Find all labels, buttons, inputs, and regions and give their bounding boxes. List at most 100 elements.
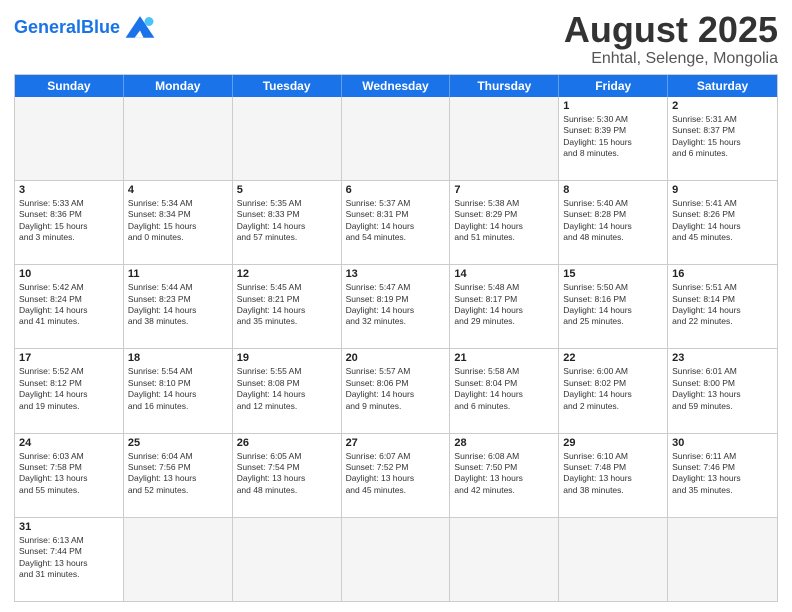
- day-info: Sunrise: 6:04 AM Sunset: 7:56 PM Dayligh…: [128, 451, 228, 497]
- day-number: 16: [672, 268, 773, 280]
- day-cell-7: 7Sunrise: 5:38 AM Sunset: 8:29 PM Daylig…: [450, 181, 559, 264]
- day-info: Sunrise: 5:35 AM Sunset: 8:33 PM Dayligh…: [237, 198, 337, 244]
- day-cell-21: 21 Sunrise: 5:58 AM Sunset: 8:04 PM Dayli…: [450, 349, 559, 432]
- day-number: 30: [672, 437, 773, 449]
- day-cell-1: 1Sunrise: 5:30 AM Sunset: 8:39 PM Daylig…: [559, 97, 668, 180]
- day-number: 24: [19, 437, 119, 449]
- day-info: Sunrise: 5:33 AM Sunset: 8:36 PM Dayligh…: [19, 198, 119, 244]
- day-number: 5: [237, 184, 337, 196]
- day-info: Sunrise: 6:08 AM Sunset: 7:50 PM Dayligh…: [454, 451, 554, 497]
- day-cell-24: 24Sunrise: 6:03 AM Sunset: 7:58 PM Dayli…: [15, 434, 124, 517]
- day-cell-17: 17 Sunrise: 5:52 AM Sunset: 8:12 PM Dayli…: [15, 349, 124, 432]
- empty-cell-5-5: [559, 518, 668, 601]
- day-number: 29: [563, 437, 663, 449]
- day-number: 12: [237, 268, 337, 280]
- subtitle: Enhtal, Selenge, Mongolia: [564, 50, 778, 68]
- day-info: Sunrise: 5:52 AM Sunset: 8:12 PM Dayligh…: [19, 366, 119, 412]
- weekday-header-sunday: Sunday: [15, 75, 124, 97]
- day-cell-28: 28 Sunrise: 6:08 AM Sunset: 7:50 PM Dayli…: [450, 434, 559, 517]
- day-info: Sunrise: 6:11 AM Sunset: 7:46 PM Dayligh…: [672, 451, 773, 497]
- day-info: Sunrise: 5:45 AM Sunset: 8:21 PM Dayligh…: [237, 282, 337, 328]
- day-number: 21: [454, 352, 554, 364]
- header: GeneralBlue August 2025 Enhtal, Selenge,…: [14, 10, 778, 68]
- day-cell-13: 13Sunrise: 5:47 AM Sunset: 8:19 PM Dayli…: [342, 265, 451, 348]
- day-number: 15: [563, 268, 663, 280]
- empty-cell-0-0: [15, 97, 124, 180]
- day-info: Sunrise: 5:54 AM Sunset: 8:10 PM Dayligh…: [128, 366, 228, 412]
- calendar-row-0: 1Sunrise: 5:30 AM Sunset: 8:39 PM Daylig…: [15, 97, 777, 180]
- weekday-header-wednesday: Wednesday: [342, 75, 451, 97]
- day-info: Sunrise: 5:48 AM Sunset: 8:17 PM Dayligh…: [454, 282, 554, 328]
- day-info: Sunrise: 5:42 AM Sunset: 8:24 PM Dayligh…: [19, 282, 119, 328]
- day-cell-20: 20Sunrise: 5:57 AM Sunset: 8:06 PM Dayli…: [342, 349, 451, 432]
- calendar-row-3: 17 Sunrise: 5:52 AM Sunset: 8:12 PM Dayli…: [15, 348, 777, 432]
- page: GeneralBlue August 2025 Enhtal, Selenge,…: [0, 0, 792, 612]
- day-cell-8: 8 Sunrise: 5:40 AM Sunset: 8:28 PM Daylig…: [559, 181, 668, 264]
- day-info: Sunrise: 5:40 AM Sunset: 8:28 PM Dayligh…: [563, 198, 663, 244]
- main-title: August 2025: [564, 10, 778, 50]
- weekday-header-saturday: Saturday: [668, 75, 777, 97]
- day-number: 10: [19, 268, 119, 280]
- day-number: 7: [454, 184, 554, 196]
- day-number: 28: [454, 437, 554, 449]
- day-number: 25: [128, 437, 228, 449]
- day-number: 9: [672, 184, 773, 196]
- calendar-header: SundayMondayTuesdayWednesdayThursdayFrid…: [15, 75, 777, 97]
- calendar-body: 1Sunrise: 5:30 AM Sunset: 8:39 PM Daylig…: [15, 97, 777, 601]
- calendar: SundayMondayTuesdayWednesdayThursdayFrid…: [14, 74, 778, 602]
- weekday-header-tuesday: Tuesday: [233, 75, 342, 97]
- day-cell-29: 29Sunrise: 6:10 AM Sunset: 7:48 PM Dayli…: [559, 434, 668, 517]
- day-info: Sunrise: 5:30 AM Sunset: 8:39 PM Dayligh…: [563, 114, 663, 160]
- calendar-row-1: 3 Sunrise: 5:33 AM Sunset: 8:36 PM Daylig…: [15, 180, 777, 264]
- day-cell-15: 15 Sunrise: 5:50 AM Sunset: 8:16 PM Dayli…: [559, 265, 668, 348]
- day-cell-27: 27Sunrise: 6:07 AM Sunset: 7:52 PM Dayli…: [342, 434, 451, 517]
- empty-cell-5-3: [342, 518, 451, 601]
- day-number: 17: [19, 352, 119, 364]
- day-number: 3: [19, 184, 119, 196]
- weekday-header-thursday: Thursday: [450, 75, 559, 97]
- day-cell-3: 3 Sunrise: 5:33 AM Sunset: 8:36 PM Daylig…: [15, 181, 124, 264]
- day-number: 11: [128, 268, 228, 280]
- day-cell-9: 9 Sunrise: 5:41 AM Sunset: 8:26 PM Daylig…: [668, 181, 777, 264]
- day-info: Sunrise: 6:13 AM Sunset: 7:44 PM Dayligh…: [19, 535, 119, 581]
- logo-text: GeneralBlue: [14, 17, 120, 38]
- weekday-header-monday: Monday: [124, 75, 233, 97]
- day-info: Sunrise: 6:01 AM Sunset: 8:00 PM Dayligh…: [672, 366, 773, 412]
- day-info: Sunrise: 5:31 AM Sunset: 8:37 PM Dayligh…: [672, 114, 773, 160]
- day-info: Sunrise: 5:51 AM Sunset: 8:14 PM Dayligh…: [672, 282, 773, 328]
- calendar-row-5: 31 Sunrise: 6:13 AM Sunset: 7:44 PM Dayli…: [15, 517, 777, 601]
- day-info: Sunrise: 5:34 AM Sunset: 8:34 PM Dayligh…: [128, 198, 228, 244]
- empty-cell-0-4: [450, 97, 559, 180]
- empty-cell-5-2: [233, 518, 342, 601]
- day-info: Sunrise: 5:57 AM Sunset: 8:06 PM Dayligh…: [346, 366, 446, 412]
- day-cell-14: 14Sunrise: 5:48 AM Sunset: 8:17 PM Dayli…: [450, 265, 559, 348]
- logo: GeneralBlue: [14, 14, 158, 40]
- title-block: August 2025 Enhtal, Selenge, Mongolia: [564, 10, 778, 68]
- empty-cell-0-2: [233, 97, 342, 180]
- day-info: Sunrise: 5:37 AM Sunset: 8:31 PM Dayligh…: [346, 198, 446, 244]
- day-cell-30: 30 Sunrise: 6:11 AM Sunset: 7:46 PM Dayli…: [668, 434, 777, 517]
- day-cell-19: 19Sunrise: 5:55 AM Sunset: 8:08 PM Dayli…: [233, 349, 342, 432]
- day-info: Sunrise: 5:58 AM Sunset: 8:04 PM Dayligh…: [454, 366, 554, 412]
- day-cell-12: 12 Sunrise: 5:45 AM Sunset: 8:21 PM Dayli…: [233, 265, 342, 348]
- day-number: 4: [128, 184, 228, 196]
- day-info: Sunrise: 5:41 AM Sunset: 8:26 PM Dayligh…: [672, 198, 773, 244]
- calendar-row-4: 24Sunrise: 6:03 AM Sunset: 7:58 PM Dayli…: [15, 433, 777, 517]
- day-cell-22: 22Sunrise: 6:00 AM Sunset: 8:02 PM Dayli…: [559, 349, 668, 432]
- day-number: 31: [19, 521, 119, 533]
- day-cell-23: 23 Sunrise: 6:01 AM Sunset: 8:00 PM Dayli…: [668, 349, 777, 432]
- empty-cell-5-1: [124, 518, 233, 601]
- day-number: 8: [563, 184, 663, 196]
- day-number: 23: [672, 352, 773, 364]
- day-cell-26: 26Sunrise: 6:05 AM Sunset: 7:54 PM Dayli…: [233, 434, 342, 517]
- logo-icon: [122, 12, 158, 40]
- day-number: 26: [237, 437, 337, 449]
- day-info: Sunrise: 5:50 AM Sunset: 8:16 PM Dayligh…: [563, 282, 663, 328]
- day-cell-4: 4 Sunrise: 5:34 AM Sunset: 8:34 PM Daylig…: [124, 181, 233, 264]
- day-number: 19: [237, 352, 337, 364]
- day-number: 2: [672, 100, 773, 112]
- day-cell-10: 10 Sunrise: 5:42 AM Sunset: 8:24 PM Dayli…: [15, 265, 124, 348]
- day-cell-25: 25 Sunrise: 6:04 AM Sunset: 7:56 PM Dayli…: [124, 434, 233, 517]
- day-number: 6: [346, 184, 446, 196]
- day-number: 18: [128, 352, 228, 364]
